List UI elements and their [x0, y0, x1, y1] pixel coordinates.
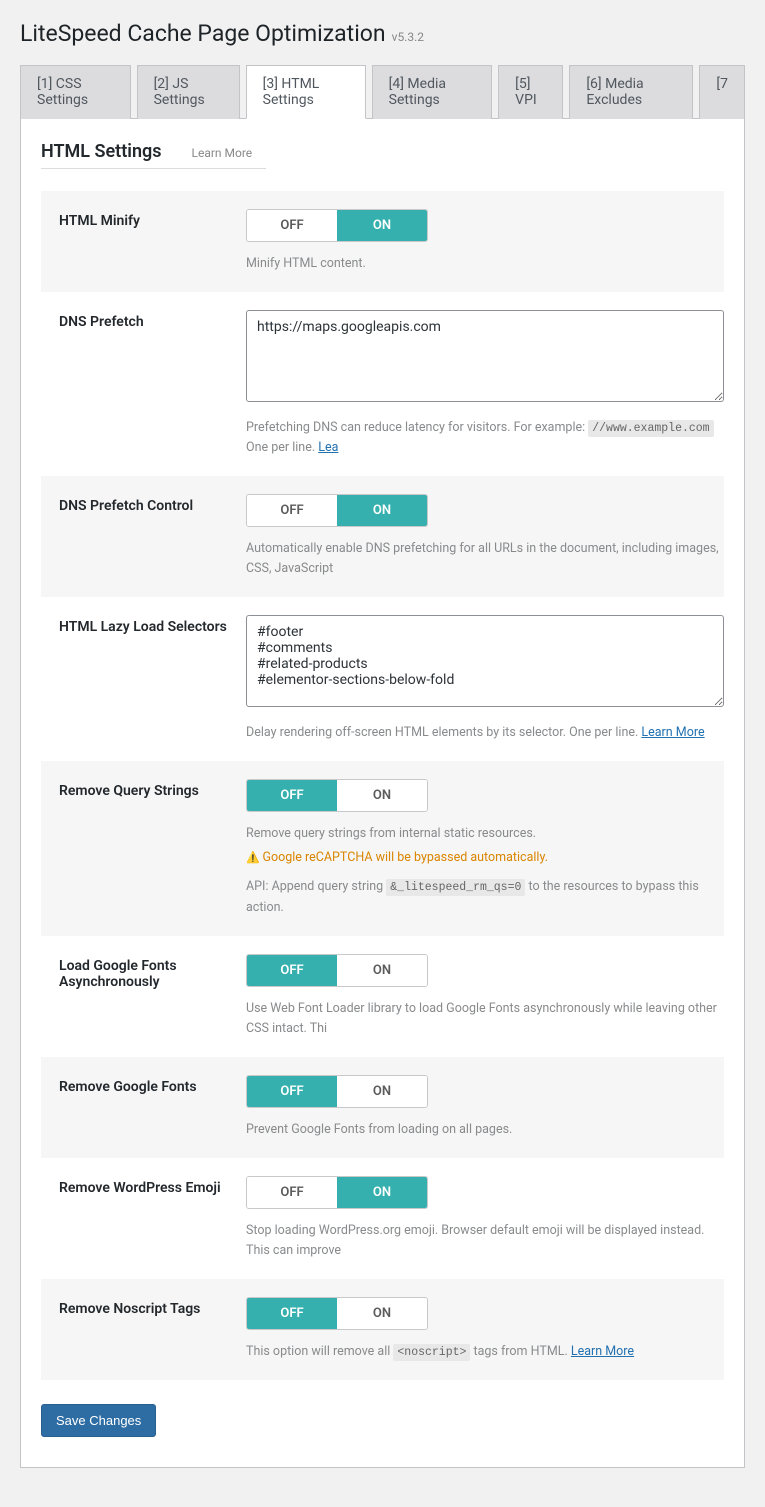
toggle-html-minify[interactable]: OFF ON [246, 209, 428, 242]
toggle-remove-wp-emoji[interactable]: OFF ON [246, 1176, 428, 1209]
label-dns-prefetch: DNS Prefetch [41, 292, 246, 476]
desc-remove-wp-emoji: Stop loading WordPress.org emoji. Browse… [246, 1221, 724, 1261]
toggle-remove-query[interactable]: OFF ON [246, 779, 428, 812]
toggle-remove-wp-emoji-on[interactable]: ON [337, 1177, 427, 1208]
toggle-remove-wp-emoji-off[interactable]: OFF [247, 1177, 337, 1208]
toggle-remove-query-on[interactable]: ON [337, 780, 427, 811]
link-dns-prefetch-learn[interactable]: Lea [318, 440, 338, 455]
toggle-remove-noscript[interactable]: OFF ON [246, 1297, 428, 1330]
label-google-fonts-async: Load Google Fonts Asynchronously [41, 936, 246, 1057]
save-changes-button[interactable]: Save Changes [41, 1404, 156, 1437]
tab-content: HTML Settings Learn More HTML Minify OFF… [20, 118, 745, 1468]
code-noscript: <noscript> [393, 1344, 470, 1361]
section-title: HTML Settings [41, 141, 162, 162]
page-title-text: LiteSpeed Cache Page Optimization [20, 20, 386, 47]
desc-remove-query: Remove query strings from internal stati… [246, 824, 724, 844]
toggle-google-fonts-async-off[interactable]: OFF [247, 955, 337, 986]
section-header: HTML Settings Learn More [41, 141, 266, 169]
tab-js-settings[interactable]: [2] JS Settings [137, 65, 240, 119]
toggle-dns-prefetch-control-on[interactable]: ON [337, 495, 427, 526]
label-remove-noscript: Remove Noscript Tags [41, 1279, 246, 1380]
tab-media-excludes[interactable]: [6] Media Excludes [569, 65, 693, 119]
toggle-google-fonts-async[interactable]: OFF ON [246, 954, 428, 987]
toggle-remove-noscript-off[interactable]: OFF [247, 1298, 337, 1329]
desc-remove-google-fonts: Prevent Google Fonts from loading on all… [246, 1120, 724, 1140]
desc-html-minify: Minify HTML content. [246, 254, 724, 274]
tab-seven[interactable]: [7 [699, 65, 745, 119]
page-title: LiteSpeed Cache Page Optimization v5.3.2 [20, 20, 745, 47]
toggle-remove-google-fonts-off[interactable]: OFF [247, 1076, 337, 1107]
input-html-lazy[interactable] [246, 615, 724, 707]
label-remove-wp-emoji: Remove WordPress Emoji [41, 1158, 246, 1279]
toggle-remove-noscript-on[interactable]: ON [337, 1298, 427, 1329]
api-remove-query: API: Append query string &_litespeed_rm_… [246, 877, 724, 917]
warn-remove-query: Google reCAPTCHA will be bypassed automa… [246, 850, 724, 865]
desc-remove-noscript: This option will remove all <noscript> t… [246, 1342, 724, 1362]
label-dns-prefetch-control: DNS Prefetch Control [41, 476, 246, 597]
label-remove-query: Remove Query Strings [41, 761, 246, 935]
toggle-remove-google-fonts-on[interactable]: ON [337, 1076, 427, 1107]
link-noscript-learn[interactable]: Learn More [571, 1344, 634, 1359]
toggle-html-minify-off[interactable]: OFF [247, 210, 337, 241]
section-learn-more-link[interactable]: Learn More [192, 146, 253, 160]
toggle-remove-google-fonts[interactable]: OFF ON [246, 1075, 428, 1108]
tab-html-settings[interactable]: [3] HTML Settings [246, 65, 366, 119]
code-dns-example: //www.example.com [588, 420, 713, 437]
link-html-lazy-learn[interactable]: Learn More [641, 725, 704, 740]
label-remove-google-fonts: Remove Google Fonts [41, 1057, 246, 1158]
input-dns-prefetch[interactable] [246, 310, 724, 402]
code-rm-qs: &_litespeed_rm_qs=0 [386, 879, 525, 896]
desc-html-lazy: Delay rendering off-screen HTML elements… [246, 723, 724, 743]
toggle-remove-query-off[interactable]: OFF [247, 780, 337, 811]
toggle-dns-prefetch-control-off[interactable]: OFF [247, 495, 337, 526]
tab-media-settings[interactable]: [4] Media Settings [372, 65, 493, 119]
label-html-lazy: HTML Lazy Load Selectors [41, 597, 246, 761]
label-html-minify: HTML Minify [41, 191, 246, 292]
desc-google-fonts-async: Use Web Font Loader library to load Goog… [246, 999, 724, 1039]
toggle-google-fonts-async-on[interactable]: ON [337, 955, 427, 986]
desc-dns-prefetch: Prefetching DNS can reduce latency for v… [246, 418, 724, 458]
toggle-dns-prefetch-control[interactable]: OFF ON [246, 494, 428, 527]
version-text: v5.3.2 [392, 30, 424, 44]
desc-dns-prefetch-control: Automatically enable DNS prefetching for… [246, 539, 724, 579]
tab-css-settings[interactable]: [1] CSS Settings [20, 65, 131, 119]
tab-bar: [1] CSS Settings [2] JS Settings [3] HTM… [20, 65, 745, 119]
toggle-html-minify-on[interactable]: ON [337, 210, 427, 241]
tab-vpi[interactable]: [5] VPI [498, 65, 563, 119]
